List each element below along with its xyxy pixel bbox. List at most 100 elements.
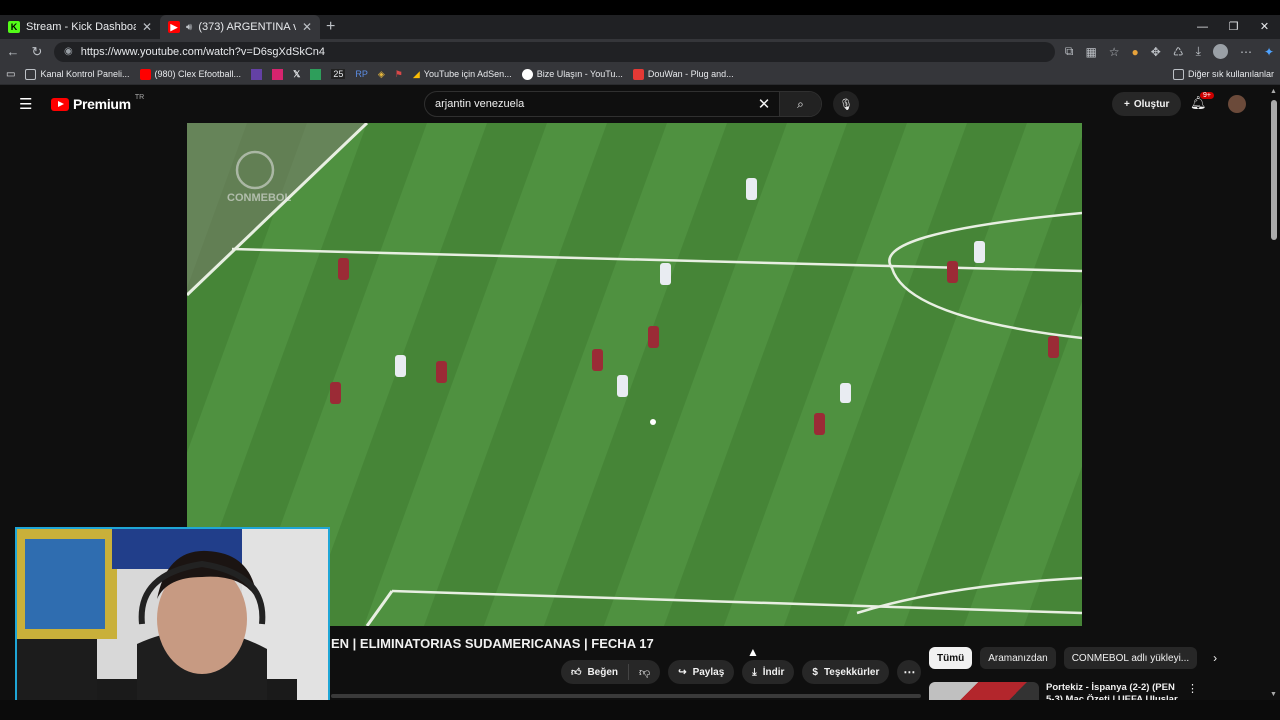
screen-top-strip [0, 0, 1280, 15]
share-icon: ↪ [678, 666, 687, 678]
extensions-puzzle-icon[interactable]: ✥ [1151, 45, 1161, 59]
translate-icon[interactable]: ⧉ [1065, 44, 1074, 59]
browser-tab-bar: K Stream - Kick Dashboard ✕ ▶ 🔊︎ (373) A… [0, 15, 1280, 39]
back-icon[interactable]: ← [6, 44, 20, 59]
bookmark-25-icon[interactable]: 25 [331, 69, 346, 79]
screen-bottom-strip [0, 700, 1280, 720]
chip-all[interactable]: Tümü [929, 647, 973, 669]
star-icon[interactable]: ☆ [1109, 45, 1120, 59]
bookmark-icon[interactable]: ◈ [378, 69, 385, 80]
thanks-button[interactable]: $ Teşekkürler [802, 660, 890, 684]
recommended-title[interactable]: Portekiz - İspanya (2-2) (PEN 5-3) Maç Ö… [1046, 682, 1181, 700]
country-code: TR [134, 94, 145, 101]
bookmark-item[interactable]: (980) Clex Efootball... [139, 68, 241, 80]
notification-badge: 9+ [1200, 92, 1214, 99]
window-controls: — ❐ ✕ [1187, 15, 1280, 39]
search-input[interactable]: arjantin venezuela [425, 98, 749, 110]
more-vert-icon[interactable]: ⋮ [1187, 682, 1198, 695]
bookmark-item[interactable]: DouWan - Plug and... [632, 68, 734, 80]
tab-title: (373) ARGENTINA vs. VENEZUELA [198, 21, 296, 33]
more-actions-button[interactable]: ⋯ [897, 660, 922, 684]
like-button[interactable]: 👍︎ Beğen [561, 664, 630, 680]
page-scrollbar[interactable]: ▲ ▼ [1268, 86, 1280, 700]
thumbs-down-icon: 👎︎ [639, 666, 651, 679]
create-label: Oluştur [1133, 98, 1170, 110]
menu-dots-icon[interactable]: ⋯ [1240, 45, 1252, 59]
search-button[interactable]: ⌕ [779, 92, 821, 116]
youtube-header: ☰ Premium TR arjantin venezuela ✕ ⌕ 🎙︎ +… [0, 86, 1268, 122]
tab-close-icon[interactable]: ✕ [302, 20, 312, 34]
url-field[interactable]: ◉ https://www.youtube.com/watch?v=D6sgXd… [54, 41, 1055, 62]
bookmark-item[interactable]: Bize Ulaşın - YouTu... [521, 68, 623, 80]
conmebol-watermark-text: CONMEBOL [227, 192, 292, 204]
instagram-icon[interactable] [272, 68, 284, 80]
reading-list-icon[interactable]: ▭ [6, 69, 15, 80]
microphone-icon: 🎙︎ [839, 98, 853, 111]
minimize-icon[interactable]: — [1187, 15, 1218, 39]
reload-icon[interactable]: ↻ [30, 44, 44, 60]
restore-icon[interactable]: ❐ [1218, 15, 1249, 39]
bookmarks-bar: ▭ Kanal Kontrol Paneli... (980) Clex Efo… [0, 64, 1280, 85]
comment-area-divider [331, 694, 921, 698]
apps-icon[interactable]: ▦ [1085, 45, 1096, 59]
video-actions: 👍︎ Beğen 👎︎ ↪ Paylaş ⤓ İndir $ Teşekkürl… [561, 660, 922, 684]
account-avatar[interactable] [1228, 95, 1246, 113]
search-icon: ⌕ [797, 96, 804, 111]
bookmark-item[interactable]: Kanal Kontrol Paneli... [25, 68, 130, 80]
dislike-button[interactable]: 👎︎ [629, 666, 660, 679]
chip-uploader[interactable]: CONMEBOL adlı yükleyi... [1063, 647, 1198, 669]
tab-close-icon[interactable]: ✕ [142, 20, 152, 34]
close-window-icon[interactable]: ✕ [1249, 15, 1280, 39]
site-info-icon[interactable]: ◉ [64, 46, 73, 57]
profile-avatar[interactable] [1212, 44, 1228, 59]
like-label: Beğen [587, 666, 619, 678]
logo-text: Premium [73, 96, 131, 112]
youtube-icon: ▶ [168, 21, 180, 33]
webcam-image [17, 529, 328, 702]
copilot-icon[interactable]: ✦ [1264, 45, 1274, 59]
hamburger-menu-icon[interactable]: ☰ [19, 95, 33, 113]
folder-icon [1172, 68, 1184, 80]
thumbs-up-icon: 👍︎ [571, 667, 582, 678]
youtube-icon [139, 68, 151, 80]
scrollbar-thumb[interactable] [1271, 100, 1277, 240]
tab-kick-dashboard[interactable]: K Stream - Kick Dashboard ✕ [0, 15, 160, 39]
bookmark-icon[interactable] [310, 68, 322, 80]
tab-youtube-video[interactable]: ▶ 🔊︎ (373) ARGENTINA vs. VENEZUELA ✕ [160, 15, 320, 39]
url-text: https://www.youtube.com/watch?v=D6sgXdSk… [80, 45, 325, 58]
streamer-webcam [15, 527, 330, 704]
browser-toolbar: ⧉ ▦ ☆ ● ✥ ♺ ⤓ ⋯ ✦ [1065, 44, 1274, 59]
address-bar-row: ← ↻ ◉ https://www.youtube.com/watch?v=D6… [0, 39, 1280, 64]
twitch-icon[interactable] [251, 68, 263, 80]
download-button[interactable]: ⤓ İndir [742, 660, 795, 684]
folder-icon [25, 68, 37, 80]
bookmark-item[interactable]: ◢ YouTube için AdSen... [413, 69, 512, 80]
create-button[interactable]: + Oluştur [1112, 92, 1182, 116]
chip-from-search[interactable]: Aramanızdan [980, 647, 1056, 669]
clear-search-icon[interactable]: ✕ [749, 95, 779, 113]
share-label: Paylaş [692, 666, 725, 678]
x-icon[interactable]: 𝕏 [293, 69, 300, 80]
new-tab-button[interactable]: + [326, 18, 335, 36]
google-icon [521, 68, 533, 80]
video-thumbnail[interactable] [929, 682, 1039, 700]
bookmark-icon[interactable]: ⚑ [395, 69, 403, 80]
recommended-video[interactable]: Portekiz - İspanya (2-2) (PEN 5-3) Maç Ö… [929, 682, 1259, 700]
recommendation-chips: Tümü Aramanızdan CONMEBOL adlı yükleyi..… [929, 647, 1217, 669]
speaker-icon[interactable]: 🔊︎ [186, 22, 192, 33]
scroll-down-icon[interactable]: ▼ [1270, 691, 1277, 698]
youtube-premium-logo[interactable]: Premium TR [51, 94, 145, 112]
scroll-up-icon[interactable]: ▲ [1270, 88, 1277, 95]
youtube-play-icon [51, 97, 69, 111]
bookmark-rp-icon[interactable]: RP [355, 69, 368, 79]
share-button[interactable]: ↪ Paylaş [668, 660, 735, 684]
adsense-icon: ◢ [412, 68, 420, 79]
extension-icon[interactable]: ● [1132, 45, 1139, 59]
voice-search-button[interactable]: 🎙︎ [833, 91, 859, 117]
video-title: EN | ELIMINATORIAS SUDAMERICANAS | FECHA… [331, 636, 654, 651]
other-bookmarks[interactable]: Diğer sık kullanılanlar [1172, 68, 1274, 80]
performance-icon[interactable]: ♺ [1173, 45, 1184, 59]
download-icon[interactable]: ⤓ [1196, 44, 1201, 59]
chevron-right-icon[interactable]: › [1213, 651, 1217, 665]
more-dots-icon: ⋯ [903, 665, 916, 679]
